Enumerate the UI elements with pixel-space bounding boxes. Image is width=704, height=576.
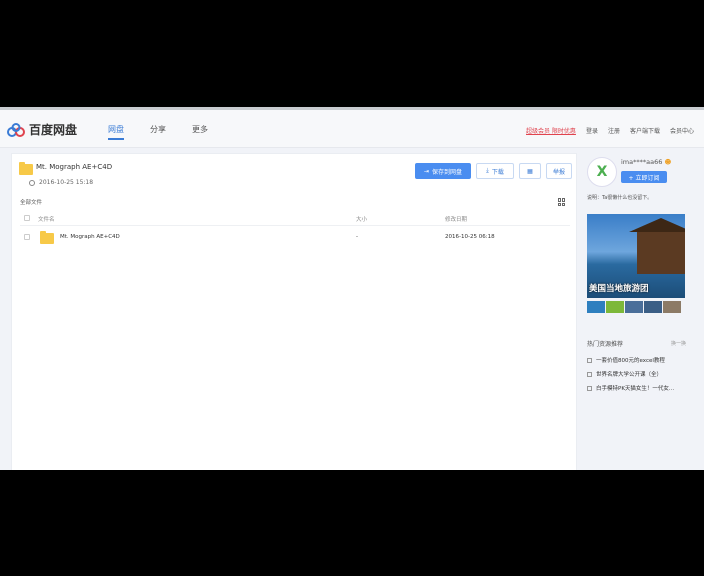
ad-caption: 美国当地旅游团 — [589, 284, 649, 294]
travel-ad-banner[interactable]: 美国当地旅游团 — [587, 214, 685, 298]
hot-resources-title: 热门资源推荐 — [587, 341, 624, 348]
ad-thumbnail[interactable] — [663, 301, 681, 313]
nav-item-more[interactable]: 更多 — [192, 124, 208, 135]
sharer-sidebar: X ima****aa66 ☻ + 立即订阅 说明：Ta很懒什么也没留下。 美国… — [583, 153, 694, 470]
logo[interactable]: 百度网盘 — [6, 121, 77, 138]
logo-text: 百度网盘 — [29, 123, 78, 137]
share-time-text: 2016-10-25 15:18 — [39, 179, 94, 186]
folder-icon — [19, 162, 33, 175]
client-download-link[interactable]: 客户端下载 — [630, 126, 660, 135]
subscribe-button[interactable]: + 立即订阅 — [621, 171, 667, 183]
ad-thumbnail[interactable] — [587, 301, 605, 313]
refresh-link[interactable]: 换一换 — [671, 340, 686, 347]
save-to-disk-button[interactable]: ⇥ 保存到网盘 — [415, 163, 471, 179]
download-button[interactable]: ⤓ 下载 — [476, 163, 514, 179]
report-button[interactable]: 举报 — [546, 163, 572, 179]
column-date[interactable]: 修改日期 — [445, 215, 467, 223]
select-all-checkbox[interactable] — [24, 215, 30, 221]
member-center-link[interactable]: 会员中心 — [670, 126, 694, 135]
hot-item-label: 白手模特PK天猫女生！一代女... — [596, 386, 675, 392]
ad-thumbnails — [587, 301, 682, 313]
hot-item-label: 一套价值800元的excel教程 — [596, 358, 665, 364]
file-icon — [587, 357, 592, 363]
username-text: ima****aa66 — [621, 158, 663, 166]
ad-thumbnail[interactable] — [625, 301, 643, 313]
list-item[interactable]: 一套价值800元的excel教程 — [587, 356, 665, 364]
share-panel: Mt. Mograph AE+C4D 2016-10-25 15:18 ⇥ 保存… — [11, 153, 577, 470]
avatar[interactable]: X — [587, 157, 617, 187]
table-row[interactable]: Mt. Mograph AE+C4D - 2016-10-25 06:18 — [20, 230, 570, 246]
username[interactable]: ima****aa66 ☻ — [621, 158, 671, 166]
file-name[interactable]: Mt. Mograph AE+C4D — [60, 234, 120, 240]
clock-icon — [29, 179, 35, 186]
brand-x-icon: X — [596, 164, 608, 180]
file-table-header: 文件名 大小 修改日期 — [20, 212, 570, 226]
list-item[interactable]: 白手模特PK天猫女生！一代女... — [587, 384, 674, 392]
file-icon — [587, 371, 592, 377]
save-icon: ⇥ — [423, 167, 429, 175]
folder-icon — [40, 231, 54, 244]
qrcode-icon: ▦ — [527, 167, 533, 175]
download-button-label: 下载 — [491, 168, 504, 176]
ad-thumbnail[interactable] — [644, 301, 662, 313]
file-date: 2016-10-25 06:18 — [445, 234, 495, 240]
nav-item-netdisk[interactable]: 网盘 — [108, 124, 124, 140]
column-name[interactable]: 文件名 — [38, 215, 55, 223]
column-size[interactable]: 大小 — [356, 215, 367, 223]
user-description: 说明：Ta很懒什么也没留下。 — [587, 195, 653, 201]
cloud-logo-icon — [7, 122, 25, 137]
file-size: - — [356, 234, 358, 240]
download-icon: ⤓ — [486, 167, 489, 174]
nav-item-share[interactable]: 分享 — [150, 124, 166, 135]
emoji-icon: ☻ — [664, 158, 672, 166]
share-title: Mt. Mograph AE+C4D — [36, 163, 113, 171]
grid-view-icon[interactable] — [558, 198, 566, 206]
ad-hut-image — [629, 218, 685, 274]
save-button-label: 保存到网盘 — [432, 168, 463, 176]
login-link[interactable]: 登录 — [586, 126, 598, 135]
top-right-links: 超级会员 限时优惠 登录 注册 客户端下载 会员中心 — [516, 126, 694, 135]
ad-thumbnail[interactable] — [606, 301, 624, 313]
register-link[interactable]: 注册 — [608, 126, 620, 135]
share-time: 2016-10-25 15:18 — [29, 179, 93, 186]
hot-item-label: 世界名牌大学公开课（全） — [596, 372, 663, 378]
list-item[interactable]: 世界名牌大学公开课（全） — [587, 370, 662, 378]
browser-viewport: 百度网盘 网盘 分享 更多 超级会员 限时优惠 登录 注册 客户端下载 会员中心… — [0, 107, 704, 470]
report-button-label: 举报 — [552, 168, 565, 176]
main-nav: 网盘 分享 更多 — [108, 124, 234, 140]
site-header: 百度网盘 网盘 分享 更多 超级会员 限时优惠 登录 注册 客户端下载 会员中心 — [0, 110, 704, 148]
row-checkbox[interactable] — [24, 234, 30, 240]
qrcode-button[interactable]: ▦ — [519, 163, 541, 179]
breadcrumb[interactable]: 全部文件 — [20, 198, 42, 206]
vip-promo-link[interactable]: 超级会员 限时优惠 — [526, 126, 576, 135]
file-icon — [587, 385, 592, 391]
